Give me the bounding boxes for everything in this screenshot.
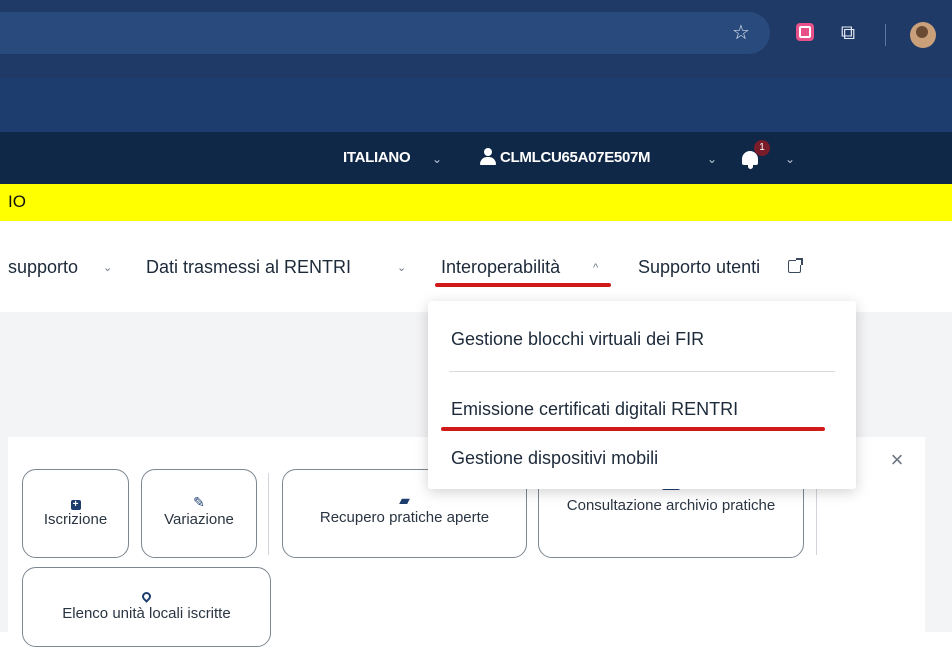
star-icon[interactable]: ☆: [728, 21, 754, 45]
nav-item-supporto[interactable]: supporto: [8, 256, 78, 278]
toolbar-divider: [885, 24, 886, 46]
external-link-icon[interactable]: [788, 258, 803, 273]
language-selector[interactable]: ITALIANO: [343, 149, 411, 167]
user-icon: [478, 147, 498, 169]
banner-text: IO: [8, 192, 26, 211]
menu-divider: [449, 371, 835, 372]
tile-iscrizione[interactable]: + Iscrizione: [22, 469, 129, 558]
highlight-underline: [435, 283, 611, 287]
tile-label: Consultazione archivio pratiche: [566, 497, 776, 514]
address-bar[interactable]: [0, 12, 770, 54]
tile-label: Recupero pratiche aperte: [319, 509, 490, 526]
highlight-underline: [441, 427, 825, 431]
chevron-down-icon[interactable]: ⌄: [785, 150, 795, 168]
puzzle-icon[interactable]: ⧉: [835, 21, 861, 45]
notice-banner: [0, 184, 952, 221]
folder-open-icon: ▰: [399, 492, 410, 508]
chevron-down-icon[interactable]: ⌄: [397, 257, 406, 279]
profile-avatar[interactable]: [910, 22, 936, 48]
notification-badge: 1: [754, 140, 770, 156]
menu-item-emissione-certificati[interactable]: Emissione certificati digitali RENTRI: [451, 398, 738, 420]
menu-item-gestione-dispositivi[interactable]: Gestione dispositivi mobili: [451, 447, 658, 469]
chevron-up-icon[interactable]: ^: [593, 257, 598, 279]
tile-divider: [268, 473, 269, 555]
chevron-down-icon[interactable]: ⌄: [432, 150, 442, 168]
plus-square-icon: +: [23, 494, 128, 510]
tile-variazione[interactable]: ✎ Variazione: [141, 469, 257, 558]
tile-label: Elenco unità locali iscritte: [62, 605, 231, 622]
extension-icon[interactable]: [796, 23, 814, 41]
tile-elenco-unita-locali[interactable]: Elenco unità locali iscritte: [22, 567, 271, 647]
chevron-down-icon[interactable]: ⌄: [707, 150, 717, 168]
app-header-band: [0, 78, 952, 132]
chevron-down-icon[interactable]: ⌄: [103, 257, 112, 279]
menu-item-gestione-blocchi[interactable]: Gestione blocchi virtuali dei FIR: [451, 328, 704, 350]
nav-item-interoperabilita[interactable]: Interoperabilità: [441, 256, 560, 278]
app-top-bar: [0, 132, 952, 184]
tile-label: Iscrizione: [43, 511, 108, 528]
nav-item-supporto-utenti[interactable]: Supporto utenti: [638, 256, 760, 278]
close-icon[interactable]: ×: [886, 448, 908, 472]
nav-item-dati-trasmessi[interactable]: Dati trasmessi al RENTRI: [146, 256, 351, 278]
map-pin-icon: [23, 588, 270, 604]
user-menu[interactable]: CLMLCU65A07E507M: [500, 149, 651, 167]
edit-icon: ✎: [193, 494, 205, 510]
tile-label: Variazione: [164, 511, 234, 528]
